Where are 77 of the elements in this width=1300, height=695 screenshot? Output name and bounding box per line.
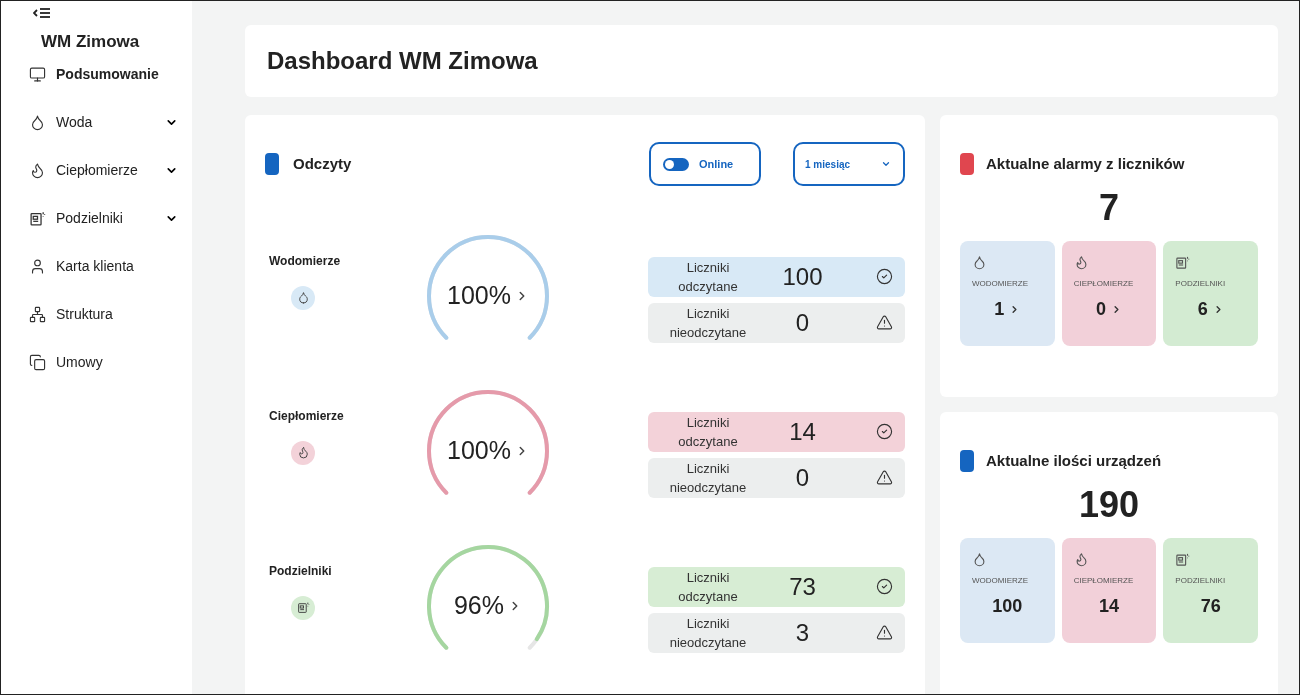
droplet-icon	[972, 551, 987, 567]
stat-label: Liczniki nieodczytane	[668, 614, 748, 652]
check-circle-icon	[876, 578, 893, 595]
category-tile[interactable]: WODOMIERZE 1	[960, 240, 1055, 346]
meter-card-icon	[1175, 254, 1191, 270]
stat-value: 100	[781, 261, 824, 292]
category-tile[interactable]: PODZIELNIKI 76	[1163, 537, 1258, 643]
tile-label: WODOMIERZE	[972, 574, 1029, 587]
sidebar-item[interactable]: Karta klienta	[29, 242, 192, 291]
stat-label: Liczniki odczytane	[677, 258, 739, 296]
total-count: 7	[1098, 185, 1120, 230]
warning-icon	[876, 469, 893, 486]
tile-label: PODZIELNIKI	[1175, 277, 1227, 290]
meter-card-icon	[1175, 551, 1191, 567]
collapse-menu-icon[interactable]	[33, 7, 51, 21]
card-title: Aktualne alarmy z liczników	[986, 154, 1185, 174]
droplet-icon	[972, 254, 987, 270]
warning-icon	[876, 314, 893, 331]
sidebar-item[interactable]: Woda	[29, 98, 192, 147]
stat-label: Liczniki odczytane	[677, 568, 739, 606]
flame-icon	[29, 162, 46, 179]
stat-label: Liczniki odczytane	[677, 413, 739, 451]
stat-value: 0	[794, 462, 811, 493]
meter-card-icon	[29, 210, 46, 227]
chevron-right-icon[interactable]	[1111, 303, 1122, 315]
tile-value: 6	[1197, 297, 1208, 321]
monitor-icon	[29, 66, 46, 83]
stat-value: 0	[794, 307, 811, 338]
card-title: Aktualne ilości urządzeń	[986, 451, 1162, 471]
category-tile[interactable]: CIEPŁOMIERZE 0	[1061, 240, 1157, 346]
tile-value: 100	[992, 594, 1023, 618]
stat-value: 14	[788, 416, 817, 447]
category-tile[interactable]: CIEPŁOMIERZE 14	[1061, 537, 1157, 643]
group-name: Ciepłomierze	[269, 407, 345, 425]
group-name: Wodomierze	[269, 252, 342, 270]
sidebar-item[interactable]: Ciepłomierze	[29, 146, 192, 195]
flame-icon	[1073, 551, 1089, 567]
total-count: 190	[1077, 482, 1141, 527]
stat-value: 73	[788, 571, 817, 602]
percent-value: 100%	[447, 434, 511, 466]
meter-card-icon	[296, 601, 310, 614]
sidebar-item[interactable]: Podzielniki	[29, 194, 192, 243]
flame-icon	[1073, 254, 1089, 270]
tile-value: 0	[1096, 297, 1106, 321]
tile-value: 14	[1098, 594, 1119, 618]
tile-label: CIEPŁOMIERZE	[1073, 574, 1135, 587]
check-circle-icon	[876, 423, 893, 440]
stat-value: 3	[794, 617, 811, 648]
check-circle-icon	[876, 268, 893, 285]
warning-icon	[876, 624, 893, 641]
stat-label: Liczniki nieodczytane	[668, 459, 748, 497]
user-icon	[29, 258, 46, 275]
sidebar-item[interactable]: Struktura	[29, 290, 192, 339]
tile-label: WODOMIERZE	[972, 277, 1029, 290]
percent-value: 96%	[453, 589, 504, 621]
page-title: Dashboard WM Zimowa	[267, 46, 538, 76]
category-tile[interactable]: WODOMIERZE 100	[960, 537, 1055, 643]
brand-name: WM Zimowa	[41, 31, 141, 53]
group-name: Podzielniki	[269, 562, 333, 580]
tile-label: PODZIELNIKI	[1175, 574, 1227, 587]
network-icon	[29, 306, 46, 323]
documents-icon	[29, 354, 46, 371]
stat-label: Liczniki nieodczytane	[668, 304, 748, 342]
online-toggle[interactable]: Online	[649, 142, 761, 186]
period-dropdown[interactable]: 1 miesiąc	[793, 142, 905, 186]
flame-icon	[296, 446, 310, 459]
category-tile[interactable]: PODZIELNIKI 6	[1163, 240, 1258, 346]
sidebar-item[interactable]: Umowy	[29, 338, 192, 387]
sidebar-item[interactable]: Podsumowanie	[29, 50, 192, 99]
tile-value: 1	[994, 297, 1005, 321]
card-title: Odczyty	[293, 153, 352, 174]
chevron-down-icon	[881, 159, 891, 169]
droplet-icon	[29, 114, 46, 131]
percent-value: 100%	[447, 279, 511, 311]
droplet-icon	[296, 291, 310, 304]
tile-value: 76	[1200, 594, 1221, 618]
tile-label: CIEPŁOMIERZE	[1073, 277, 1135, 290]
